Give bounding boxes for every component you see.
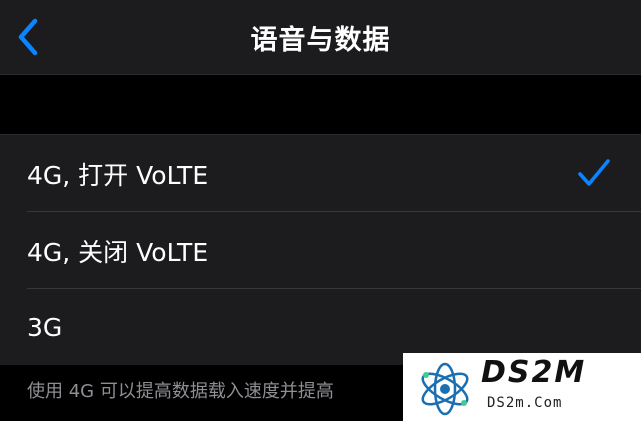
atom-logo-icon <box>421 362 469 416</box>
checkmark-icon <box>578 159 610 186</box>
page-title: 语音与数据 <box>250 25 391 56</box>
option-label: 4G, 打开 VoLTE <box>27 160 209 190</box>
options-list: 4G, 打开 VoLTE 4G, 关闭 VoLTE 3G <box>0 134 641 365</box>
watermark-brand: DS2M <box>481 355 587 390</box>
option-label: 3G <box>27 313 63 342</box>
section-spacer <box>0 75 641 134</box>
watermark-domain: DS2m.Com <box>487 395 563 411</box>
option-label: 4G, 关闭 VoLTE <box>27 237 209 267</box>
option-4g-volte-on[interactable]: 4G, 打开 VoLTE <box>0 135 641 212</box>
watermark: DS2M DS2m.Com <box>403 353 641 421</box>
footer-text: 使用 4G 可以提高数据载入速度并提高 <box>27 381 334 402</box>
navigation-bar: 语音与数据 <box>0 0 641 75</box>
option-4g-volte-off[interactable]: 4G, 关闭 VoLTE <box>0 212 641 289</box>
